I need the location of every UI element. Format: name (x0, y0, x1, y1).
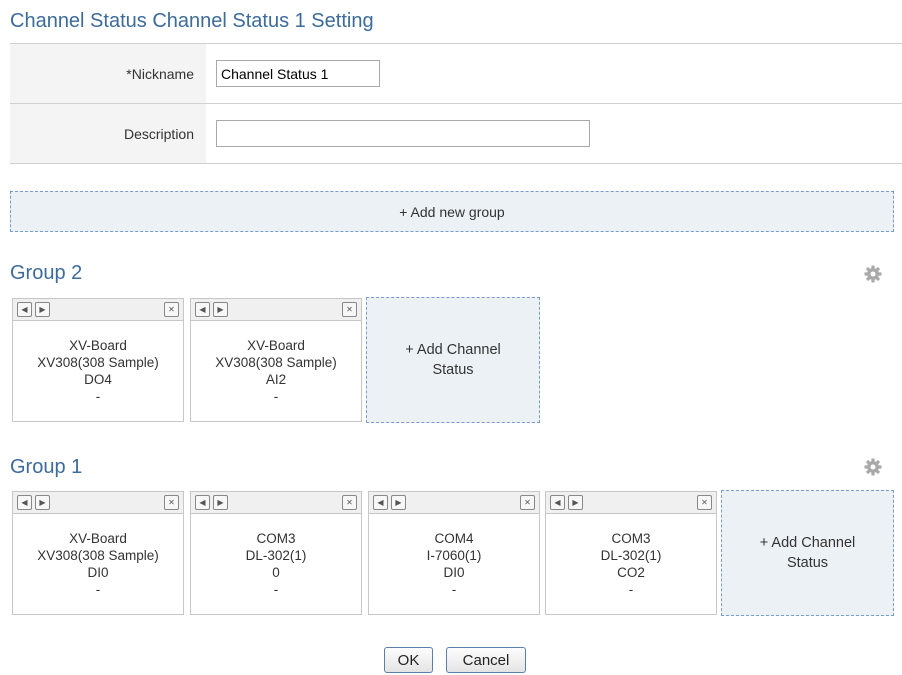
card-line-1: COM4 (434, 531, 474, 546)
channel-card: ◀ ▶ ✕ XV-Board XV308(308 Sample) DI0 - (12, 491, 184, 615)
channel-card: ◀ ▶ ✕ XV-Board XV308(308 Sample) DO4 - (12, 298, 184, 422)
gear-icon[interactable] (864, 265, 882, 283)
move-left-icon[interactable]: ◀ (195, 302, 210, 317)
move-left-icon[interactable]: ◀ (195, 495, 210, 510)
card-line-3: AI2 (265, 372, 287, 387)
channel-card: ◀ ▶ ✕ XV-Board XV308(308 Sample) AI2 - (190, 298, 362, 422)
close-icon[interactable]: ✕ (164, 495, 179, 510)
move-left-icon[interactable]: ◀ (17, 495, 32, 510)
channel-card: ◀ ▶ ✕ COM3 DL-302(1) 0 - (190, 491, 362, 615)
group-title: Group 2 (10, 262, 83, 284)
add-channel-label: + Add Channel (759, 535, 856, 551)
add-channel-status-button[interactable]: + Add Channel Status (366, 297, 540, 423)
add-channel-label: Status (432, 362, 474, 378)
nickname-label: *Nickname (126, 65, 194, 82)
close-icon[interactable]: ✕ (342, 302, 357, 317)
move-left-icon[interactable]: ◀ (17, 302, 32, 317)
move-right-icon[interactable]: ▶ (568, 495, 583, 510)
card-line-4: - (273, 582, 279, 597)
group-title: Group 1 (10, 456, 83, 478)
channel-card: ◀ ▶ ✕ COM3 DL-302(1) CO2 - (545, 491, 717, 615)
description-row: Description (10, 104, 902, 164)
move-right-icon[interactable]: ▶ (213, 302, 228, 317)
description-label: Description (123, 125, 194, 142)
close-icon[interactable]: ✕ (164, 302, 179, 317)
gear-icon[interactable] (864, 458, 882, 476)
add-channel-label: Status (786, 555, 829, 571)
card-line-4: - (451, 582, 457, 597)
close-icon[interactable]: ✕ (342, 495, 357, 510)
page-title: Channel Status Channel Status 1 Setting (10, 10, 374, 32)
card-line-2: XV308(308 Sample) (37, 355, 159, 370)
card-line-3: DO4 (84, 372, 112, 387)
add-channel-label: + Add Channel (405, 342, 501, 358)
card-line-4: - (95, 582, 101, 597)
move-right-icon[interactable]: ▶ (391, 495, 406, 510)
close-icon[interactable]: ✕ (697, 495, 712, 510)
channel-card: ◀ ▶ ✕ COM4 I-7060(1) DI0 - (368, 491, 540, 615)
card-line-3: DI0 (443, 565, 465, 580)
close-icon[interactable]: ✕ (520, 495, 535, 510)
nickname-row: *Nickname (10, 44, 902, 104)
card-line-4: - (628, 582, 634, 597)
card-line-1: XV-Board (69, 531, 127, 546)
card-line-2: XV308(308 Sample) (37, 548, 159, 563)
move-left-icon[interactable]: ◀ (550, 495, 565, 510)
card-line-4: - (273, 389, 279, 404)
description-input[interactable] (216, 120, 590, 147)
move-right-icon[interactable]: ▶ (35, 302, 50, 317)
card-line-1: COM3 (611, 531, 651, 546)
cancel-button[interactable]: Cancel (446, 647, 526, 673)
add-new-group-button[interactable]: + Add new group (10, 191, 894, 232)
card-line-2: DL-302(1) (600, 548, 662, 563)
settings-form: *Nickname Description (10, 43, 902, 164)
card-line-3: CO2 (617, 565, 645, 580)
nickname-input[interactable] (216, 60, 380, 87)
move-left-icon[interactable]: ◀ (373, 495, 388, 510)
card-line-3: DI0 (87, 565, 109, 580)
move-right-icon[interactable]: ▶ (213, 495, 228, 510)
card-line-1: COM3 (256, 531, 296, 546)
card-line-1: XV-Board (69, 338, 127, 353)
card-line-2: I-7060(1) (426, 548, 482, 563)
add-channel-status-button[interactable]: + Add Channel Status (721, 490, 894, 616)
card-line-2: XV308(308 Sample) (215, 355, 337, 370)
move-right-icon[interactable]: ▶ (35, 495, 50, 510)
card-line-1: XV-Board (247, 338, 305, 353)
card-line-3: 0 (272, 565, 280, 580)
ok-button[interactable]: OK (384, 647, 433, 673)
card-line-2: DL-302(1) (245, 548, 307, 563)
card-line-4: - (95, 389, 101, 404)
